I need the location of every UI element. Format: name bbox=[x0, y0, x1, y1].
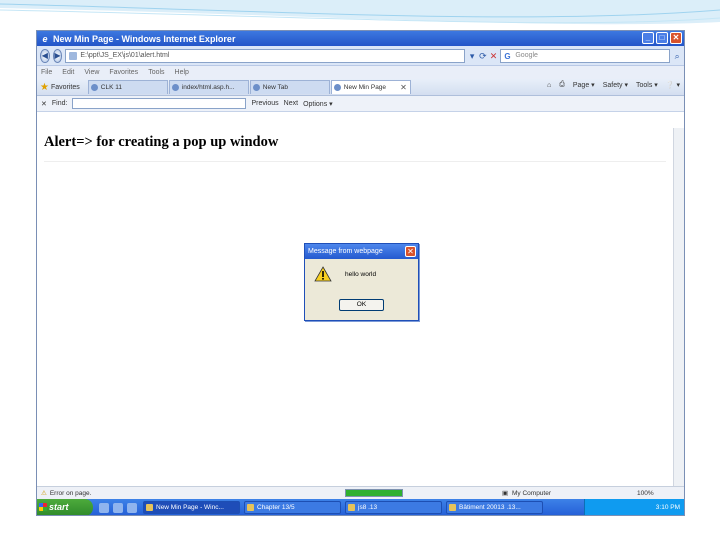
stop-icon[interactable]: ✕ bbox=[490, 50, 498, 62]
taskbar-item[interactable]: Bâtiment 20013 .13... bbox=[446, 501, 543, 514]
horizontal-rule bbox=[44, 161, 666, 162]
close-window-button[interactable]: ✕ bbox=[670, 32, 682, 44]
menu-bar: File Edit View Favorites Tools Help bbox=[37, 66, 684, 79]
minimize-button[interactable]: _ bbox=[642, 32, 654, 44]
browser-window: e New Min Page - Windows Internet Explor… bbox=[36, 30, 685, 516]
page-heading: Alert=> for creating a pop up window bbox=[44, 134, 279, 150]
status-text[interactable]: Error on page. bbox=[50, 490, 92, 497]
find-previous-button[interactable]: Previous bbox=[251, 100, 278, 107]
taskbar: start New Min Page - Winc... Chapter 13/… bbox=[37, 499, 684, 515]
window-titlebar: e New Min Page - Windows Internet Explor… bbox=[37, 31, 684, 46]
dialog-titlebar: Message from webpage ✕ bbox=[305, 244, 418, 259]
dialog-message: hello world bbox=[345, 271, 377, 278]
search-icon[interactable]: ⌕ bbox=[673, 50, 681, 62]
print-icon[interactable]: ⎙ bbox=[559, 81, 565, 89]
menu-file[interactable]: File bbox=[41, 69, 52, 76]
window-title: New Min Page - Windows Internet Explorer bbox=[53, 33, 236, 44]
status-warning-icon: ⚠ bbox=[41, 490, 47, 497]
progress-bar bbox=[345, 489, 403, 497]
alert-dialog: Message from webpage ✕ hello world OK bbox=[304, 243, 419, 321]
taskbar-item[interactable]: Chapter 13/5 bbox=[244, 501, 341, 514]
taskbar-item[interactable]: New Min Page - Winc... bbox=[143, 501, 240, 514]
tab-3[interactable]: New Tab bbox=[249, 80, 330, 94]
page-content: Alert=> for creating a pop up window Mes… bbox=[37, 128, 684, 486]
quick-launch bbox=[99, 502, 137, 513]
tab-active-label: New Min Page bbox=[343, 84, 387, 91]
vertical-scrollbar[interactable] bbox=[673, 128, 684, 486]
find-next-button[interactable]: Next bbox=[284, 100, 298, 107]
dialog-close-button[interactable]: ✕ bbox=[405, 246, 416, 257]
menu-edit[interactable]: Edit bbox=[62, 69, 74, 76]
find-close-button[interactable]: ✕ bbox=[41, 100, 47, 108]
dropdown-arrow-icon[interactable]: ▾ bbox=[468, 50, 476, 62]
tab-1[interactable]: CLK 11 bbox=[87, 80, 168, 94]
menu-tools[interactable]: Tools bbox=[148, 69, 164, 76]
ie-logo-icon: e bbox=[42, 33, 48, 44]
page-menu[interactable]: Page ▾ bbox=[573, 81, 595, 89]
back-button[interactable]: ◀ bbox=[40, 48, 50, 63]
home-icon[interactable]: ⌂ bbox=[547, 82, 551, 89]
quick-launch-icon[interactable] bbox=[99, 502, 109, 513]
quick-launch-icon[interactable] bbox=[113, 502, 123, 513]
forward-button[interactable]: ▶ bbox=[52, 48, 63, 63]
tab-close-button[interactable]: ✕ bbox=[400, 81, 407, 94]
find-options-button[interactable]: Options ▾ bbox=[303, 100, 333, 108]
zone-text: My Computer bbox=[512, 489, 552, 497]
dialog-title: Message from webpage bbox=[308, 248, 383, 255]
tools-menu[interactable]: Tools ▾ bbox=[636, 81, 658, 89]
system-tray: 3:10 PM bbox=[584, 499, 684, 515]
taskbar-item[interactable]: js8 .13 bbox=[345, 501, 442, 514]
tab-2[interactable]: index/html.asp.h... bbox=[168, 80, 249, 94]
dialog-ok-button[interactable]: OK bbox=[339, 299, 384, 311]
menu-help[interactable]: Help bbox=[175, 69, 189, 76]
address-bar[interactable]: E:\ppt\JS_EX\js\01\alert.html bbox=[65, 48, 466, 63]
progress-fill bbox=[346, 490, 402, 496]
warning-icon bbox=[314, 266, 332, 282]
menu-favorites[interactable]: Favorites bbox=[109, 69, 138, 76]
address-row: ◀ ▶ E:\ppt\JS_EX\js\01\alert.html ▾ ⟳ ✕ … bbox=[37, 46, 684, 66]
find-label: Find: bbox=[51, 100, 68, 107]
menu-view[interactable]: View bbox=[84, 69, 99, 76]
safety-menu[interactable]: Safety ▾ bbox=[603, 81, 628, 89]
favorites-label[interactable]: Favorites bbox=[51, 84, 80, 91]
refresh-icon[interactable]: ⟳ bbox=[479, 50, 487, 62]
find-input[interactable] bbox=[72, 98, 247, 109]
maximize-button[interactable]: □ bbox=[656, 32, 668, 44]
quick-launch-icon[interactable] bbox=[127, 502, 137, 513]
tab-active[interactable]: New Min Page ✕ bbox=[330, 80, 411, 94]
clock[interactable]: 3:10 PM bbox=[656, 504, 680, 511]
zoom-level[interactable]: 100% bbox=[637, 490, 654, 497]
status-bar: ⚠ Error on page. ▣ My Computer 100% bbox=[37, 486, 684, 499]
help-menu[interactable]: ❔ ▾ bbox=[666, 81, 680, 89]
tab-bar: ★ Favorites CLK 11 index/html.asp.h... N… bbox=[37, 79, 684, 96]
search-input[interactable]: Google bbox=[500, 48, 671, 63]
find-bar: ✕ Find: Previous Next Options ▾ bbox=[37, 96, 684, 112]
favorites-star-icon[interactable]: ★ bbox=[40, 82, 49, 93]
computer-icon: ▣ bbox=[502, 490, 509, 497]
command-bar: ⌂ ⎙ Page ▾ Safety ▾ Tools ▾ ❔ ▾ bbox=[547, 81, 680, 89]
start-button[interactable]: start bbox=[37, 499, 93, 515]
